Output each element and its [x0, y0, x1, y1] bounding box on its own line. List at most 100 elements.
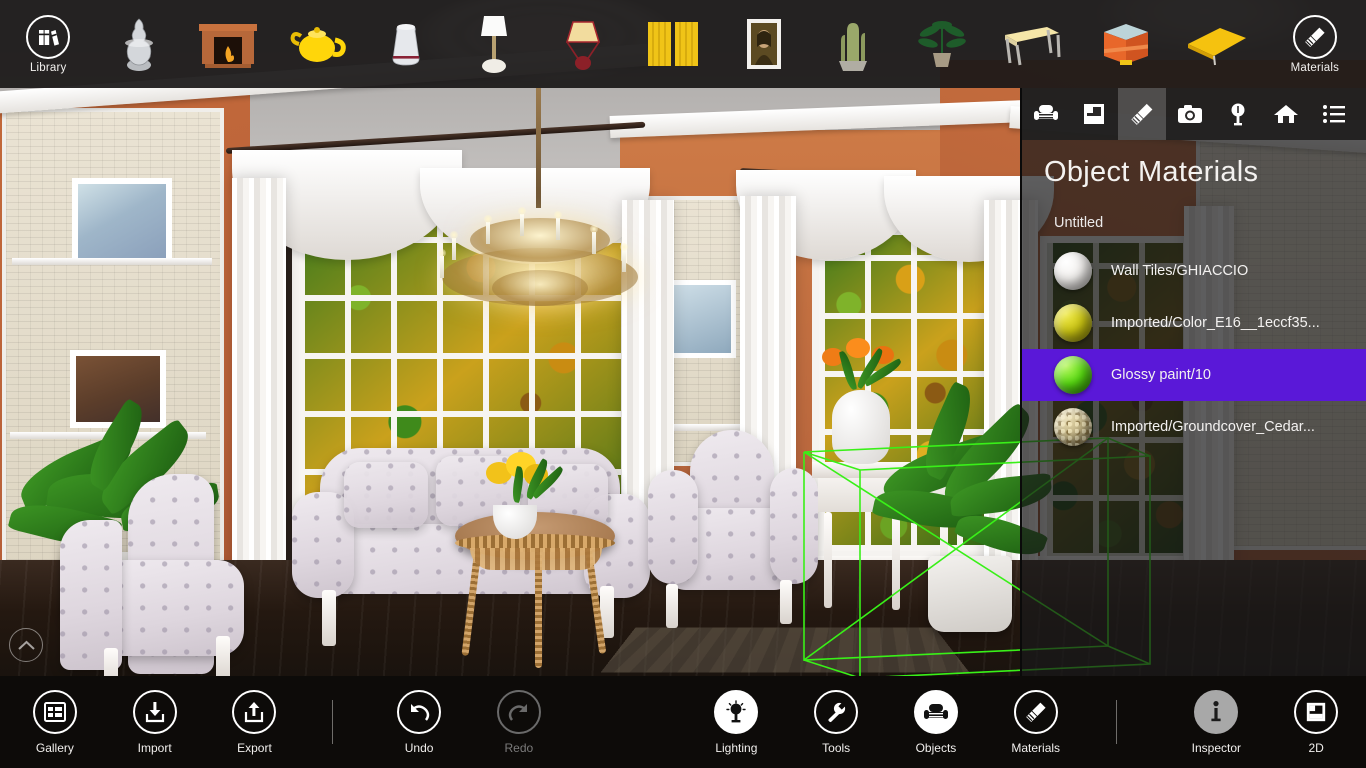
thumb-white-jug-object[interactable]: [363, 0, 450, 88]
orange-side-table-thumbnail: [1091, 13, 1159, 75]
material-row-3[interactable]: Imported/Groundcover_Cedar...: [1022, 401, 1366, 453]
wall-shelf-upper: [12, 258, 212, 265]
thumb-table-lamp-object[interactable]: [538, 0, 627, 88]
materials-top-button[interactable]: Materials: [1264, 0, 1366, 88]
thumb-orange-side-table-object[interactable]: [1079, 0, 1172, 88]
paintbrush-icon: [1131, 103, 1153, 125]
tab-objects[interactable]: [1022, 88, 1070, 140]
tab-home[interactable]: [1262, 88, 1310, 140]
fireplace-thumbnail: [194, 13, 262, 75]
two-d-button[interactable]: 2D: [1266, 689, 1366, 755]
panel-subtitle: Untitled: [1054, 215, 1104, 231]
tab-lighting[interactable]: [1214, 88, 1262, 140]
curtain-panel-left: [232, 178, 286, 598]
tab-camera[interactable]: [1166, 88, 1214, 140]
redo-button[interactable]: Redo: [469, 689, 569, 755]
materials-top-label: Materials: [1290, 61, 1340, 74]
viewport-collapse-button[interactable]: [9, 628, 43, 662]
materials-button[interactable]: Materials: [986, 689, 1086, 755]
inspector-button[interactable]: Inspector: [1166, 689, 1266, 755]
gallery-grid-icon: [32, 689, 77, 734]
thumb-cactus-plant-object[interactable]: [808, 0, 897, 88]
silver-vase-thumbnail: [105, 13, 173, 75]
paintbrush-icon: [1292, 14, 1337, 59]
gallery-button[interactable]: Gallery: [5, 689, 105, 755]
tab-list[interactable]: [1310, 88, 1358, 140]
floor-lamp-thumbnail: [460, 13, 528, 75]
redo-arrow-icon: [496, 689, 541, 734]
toolbar-separator-2: [1115, 700, 1117, 744]
material-swatch: [1054, 252, 1092, 290]
material-swatch: [1054, 408, 1092, 446]
application-window: Library Materials Object Materials Untit…: [0, 0, 1366, 768]
books-library-icon: [26, 14, 71, 59]
chandelier-stem: [536, 88, 541, 208]
lightbulb-icon: [1231, 103, 1245, 126]
thumb-yellow-table-object[interactable]: [1171, 0, 1264, 88]
tools-button[interactable]: Tools: [786, 689, 886, 755]
thumb-silver-vase-object[interactable]: [96, 0, 181, 88]
tab-materials[interactable]: [1118, 88, 1166, 140]
library-button[interactable]: Library: [0, 0, 96, 88]
object-materials-panel: Object Materials Untitled Wall Tiles/GHI…: [1020, 88, 1366, 676]
material-row-2[interactable]: Glossy paint/10: [1022, 349, 1366, 401]
export-label: Export: [237, 740, 272, 755]
material-label: Imported/Groundcover_Cedar...: [1111, 419, 1315, 435]
info-icon: [1194, 689, 1239, 734]
tab-floorplan[interactable]: [1070, 88, 1118, 140]
lightbulb-icon: [714, 689, 759, 734]
thumb-potted-plant-object[interactable]: [897, 0, 986, 88]
material-label: Imported/Color_E16__1eccf35...: [1111, 315, 1320, 331]
materials-list: Wall Tiles/GHIACCIO Imported/Color_E16__…: [1022, 245, 1366, 453]
yellow-table-thumbnail: [1183, 13, 1251, 75]
objects-label: Objects: [915, 740, 957, 755]
thumb-yellow-curtains-object[interactable]: [627, 0, 720, 88]
redo-label: Redo: [504, 740, 534, 755]
thumb-yellow-teapot-object[interactable]: [274, 0, 363, 88]
two-d-label: 2D: [1308, 740, 1324, 755]
bottom-toolbar: Gallery Import Export Undo Redo Lighting…: [0, 676, 1366, 768]
undo-button[interactable]: Undo: [369, 689, 469, 755]
lighting-button[interactable]: Lighting: [686, 689, 786, 755]
table-lamp-thumbnail: [549, 13, 617, 75]
thumb-mona-lisa-painting-object[interactable]: [720, 0, 809, 88]
top-toolbar: Library Materials: [0, 0, 1366, 88]
chevron-up-icon: [17, 640, 35, 650]
material-swatch: [1054, 304, 1092, 342]
library-label: Library: [29, 61, 67, 74]
thumb-floor-lamp-object[interactable]: [450, 0, 539, 88]
mona-lisa-painting-thumbnail: [730, 13, 798, 75]
yellow-curtains-thumbnail: [639, 13, 707, 75]
paintbrush-icon: [1013, 689, 1058, 734]
camera-icon: [1178, 105, 1202, 123]
import-label: Import: [137, 740, 172, 755]
tools-label: Tools: [822, 740, 851, 755]
home-icon: [1274, 105, 1298, 123]
armchair-icon: [913, 689, 958, 734]
export-button[interactable]: Export: [205, 689, 305, 755]
thumb-fireplace-object[interactable]: [181, 0, 274, 88]
gallery-label: Gallery: [35, 740, 74, 755]
materials-label: Materials: [1011, 740, 1061, 755]
wrench-icon: [814, 689, 859, 734]
floor-rug: [600, 627, 970, 673]
undo-arrow-icon: [397, 689, 442, 734]
floorplan-icon: [1084, 104, 1104, 124]
material-row-0[interactable]: Wall Tiles/GHIACCIO: [1022, 245, 1366, 297]
potted-plant-thumbnail: [908, 13, 976, 75]
material-row-1[interactable]: Imported/Color_E16__1eccf35...: [1022, 297, 1366, 349]
lighting-label: Lighting: [715, 740, 758, 755]
undo-label: Undo: [404, 740, 434, 755]
armchair-icon: [1034, 105, 1058, 120]
toolbar-separator-1: [332, 700, 334, 744]
thumb-white-desk-object[interactable]: [986, 0, 1079, 88]
material-label: Glossy paint/10: [1111, 367, 1211, 383]
material-label: Wall Tiles/GHIACCIO: [1111, 263, 1249, 279]
import-down-arrow-icon: [132, 689, 177, 734]
objects-button[interactable]: Objects: [886, 689, 986, 755]
cactus-plant-thumbnail: [819, 13, 887, 75]
white-jug-thumbnail: [372, 13, 440, 75]
import-button[interactable]: Import: [105, 689, 205, 755]
wall-art-left-upper: [72, 178, 172, 264]
panel-title: Object Materials: [1044, 156, 1259, 188]
